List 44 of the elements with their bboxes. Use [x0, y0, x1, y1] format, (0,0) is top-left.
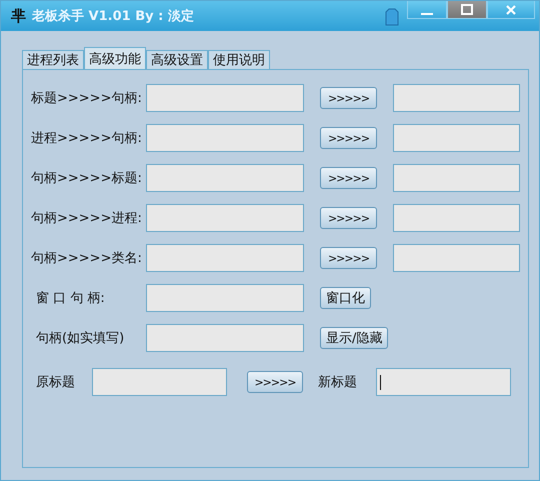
- input-field[interactable]: [146, 284, 304, 312]
- field-label: 窗 口 句 柄:: [35, 290, 106, 307]
- minimize-icon: [421, 12, 433, 14]
- output-field[interactable]: [393, 84, 520, 112]
- field-label: 原标题: [35, 374, 76, 391]
- action-button[interactable]: 显示/隐藏: [320, 327, 388, 349]
- convert-button[interactable]: >>>>>: [320, 207, 377, 229]
- output-field[interactable]: [393, 164, 520, 192]
- tab[interactable]: 高级功能: [84, 47, 146, 69]
- field-label: 句柄>>>>>标题:: [31, 170, 143, 187]
- field-label: 新标题: [318, 374, 358, 391]
- field-label: 句柄>>>>>类名:: [31, 250, 143, 267]
- input-field[interactable]: [146, 324, 304, 352]
- input-field[interactable]: [146, 124, 304, 152]
- new-title-field[interactable]: [376, 368, 511, 396]
- convert-button[interactable]: >>>>>: [320, 247, 377, 269]
- output-field[interactable]: [393, 124, 520, 152]
- tab[interactable]: 高级设置: [146, 50, 208, 69]
- close-icon: [505, 4, 517, 16]
- window-title: 老板杀手 V1.01 By : 淡定: [32, 8, 194, 25]
- output-field[interactable]: [393, 204, 520, 232]
- field-label: 句柄>>>>>进程:: [31, 210, 143, 227]
- field-label: 句柄(如实填写): [35, 330, 126, 347]
- input-field[interactable]: [146, 244, 304, 272]
- convert-button[interactable]: >>>>>: [320, 127, 377, 149]
- shirt-icon[interactable]: [385, 8, 399, 26]
- convert-button[interactable]: >>>>>: [320, 87, 377, 109]
- minimize-button[interactable]: [407, 1, 447, 19]
- output-field[interactable]: [393, 244, 520, 272]
- maximize-button[interactable]: [447, 1, 487, 19]
- tab[interactable]: 进程列表: [22, 50, 84, 69]
- input-field[interactable]: [146, 84, 304, 112]
- field-label: 进程>>>>>句柄:: [31, 130, 143, 147]
- close-button[interactable]: [487, 1, 535, 19]
- input-field[interactable]: [146, 164, 304, 192]
- input-field[interactable]: [146, 204, 304, 232]
- tab[interactable]: 使用说明: [208, 50, 270, 69]
- app-icon: 芈: [11, 6, 26, 26]
- action-button[interactable]: 窗口化: [320, 287, 371, 309]
- maximize-icon: [460, 4, 474, 16]
- convert-button[interactable]: >>>>>: [320, 167, 377, 189]
- field-label: 标题>>>>>句柄:: [31, 90, 143, 107]
- rename-button[interactable]: >>>>>: [247, 371, 303, 393]
- old-title-field[interactable]: [92, 368, 227, 396]
